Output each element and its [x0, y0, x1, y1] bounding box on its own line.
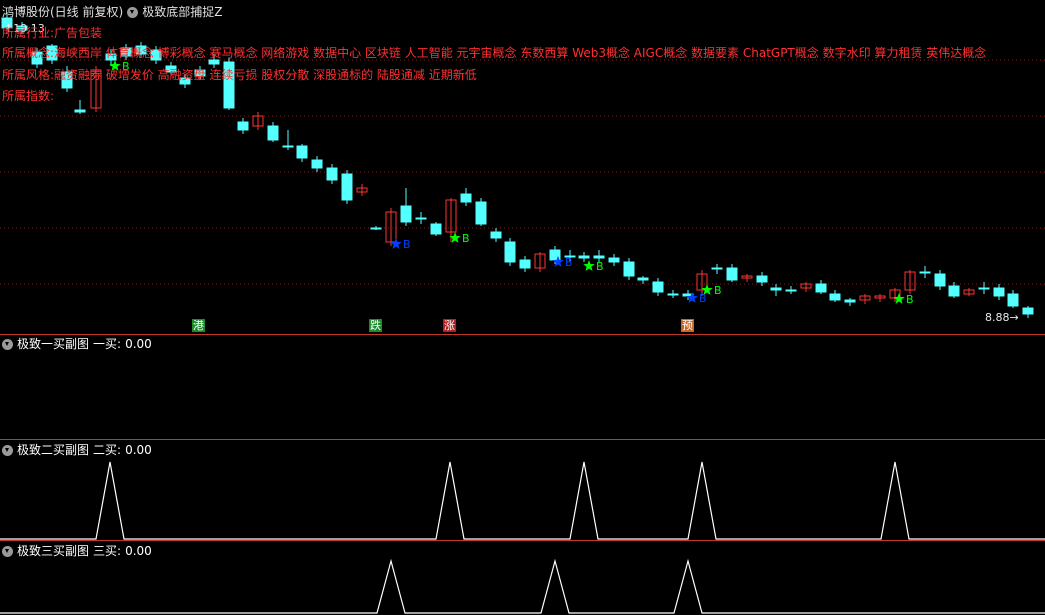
- candle-body: [311, 159, 323, 169]
- signal-line: [0, 558, 1045, 614]
- sub-panel-1-header: 极致一买副图 一买: 0.00: [2, 336, 152, 352]
- buy-marker-label: B: [462, 232, 470, 245]
- candle-body: [1022, 307, 1034, 315]
- sub-panel-1-label: 一买:: [93, 337, 122, 351]
- candle-body: [282, 145, 294, 148]
- candle-body: [815, 283, 827, 293]
- candle-body: [74, 109, 86, 113]
- candle-body: [637, 277, 649, 281]
- candle-body: [341, 173, 353, 201]
- candle-body: [667, 293, 679, 296]
- candle-body: [770, 287, 782, 291]
- sub-panel-1-title[interactable]: 极致一买副图: [17, 336, 89, 352]
- candle-body: [948, 285, 960, 297]
- candle-body: [711, 267, 723, 270]
- main-chart-pane[interactable]: BBBBBBBB 鸿博股份(日线 前复权) 极致底部捕捉Z ↑19.13 所属行…: [0, 0, 1045, 334]
- low-price-label: 8.88→: [985, 311, 1019, 324]
- candle-body: [519, 259, 531, 269]
- candle-body: [934, 273, 946, 287]
- buy-marker-label: B: [714, 284, 722, 297]
- sub-panel-3[interactable]: 极致三买副图 三买: 0.00: [0, 541, 1045, 615]
- indicator-name[interactable]: 极致底部捕捉Z: [142, 4, 222, 20]
- sub-panel-3-header: 极致三买副图 三买: 0.00: [2, 543, 152, 559]
- buy-marker-label: B: [906, 293, 914, 306]
- panel-menu-icon[interactable]: [2, 338, 13, 350]
- candle-body: [415, 217, 427, 220]
- candle-body: [978, 287, 990, 290]
- candle-body: [919, 271, 931, 274]
- candle-body: [1007, 293, 1019, 307]
- candle-body: [460, 193, 472, 203]
- main-chart-header: 鸿博股份(日线 前复权) 极致底部捕捉Z: [2, 4, 222, 20]
- candle-body: [237, 121, 249, 131]
- candle-body: [726, 267, 738, 281]
- buy-marker-label: B: [403, 238, 411, 251]
- sub-panel-3-signal-line: [0, 558, 1045, 614]
- panel-menu-icon[interactable]: [2, 545, 13, 557]
- candle-body: [785, 289, 797, 292]
- concept-line: 所属概念:海峡西岸 体育概念 博彩概念 赛马概念 网络游戏 数据中心 区块链 人…: [2, 46, 987, 60]
- badge-hk-connect[interactable]: 港: [192, 319, 205, 332]
- candle-body: [593, 255, 605, 259]
- sub-panel-2-header: 极致二买副图 二买: 0.00: [2, 442, 152, 458]
- sub-panel-3-value: 0.00: [125, 544, 152, 558]
- candle-body: [652, 281, 664, 293]
- candle-body: [475, 201, 487, 225]
- sub-panel-3-label: 三买:: [93, 544, 122, 558]
- candle-body: [296, 145, 308, 159]
- badge-limit-up[interactable]: 涨: [443, 319, 456, 332]
- industry-line: 所属行业:广告包装: [2, 26, 103, 40]
- index-line: 所属指数:: [2, 89, 55, 103]
- candle-body: [756, 275, 768, 283]
- candle-body: [993, 287, 1005, 297]
- candle-body: [608, 257, 620, 263]
- candle-body: [400, 205, 412, 223]
- sub-panel-2-label: 二买:: [93, 443, 122, 457]
- style-line: 所属风格:融资融券 破增发价 高融资盘 连续亏损 股权分散 深股通标的 陆股通减…: [2, 68, 477, 82]
- badge-forecast[interactable]: 预: [681, 319, 694, 332]
- buy-star-icon: [390, 238, 402, 249]
- stock-name: 鸿博股份(日线 前复权): [2, 5, 124, 19]
- candle-body: [844, 299, 856, 303]
- buy-marker-label: B: [565, 256, 573, 269]
- sub-panel-2[interactable]: 极致二买副图 二买: 0.00: [0, 440, 1045, 540]
- candle-body: [430, 223, 442, 235]
- candle-body: [829, 293, 841, 301]
- candle-body: [267, 125, 279, 141]
- sub-panel-1[interactable]: 极致一买副图 一买: 0.00: [0, 335, 1045, 439]
- candle-body: [490, 231, 502, 239]
- panel-menu-icon[interactable]: [2, 444, 13, 456]
- sub-panel-3-title[interactable]: 极致三买副图: [17, 543, 89, 559]
- buy-marker-label: B: [596, 260, 604, 273]
- sub-panel-1-value: 0.00: [125, 337, 152, 351]
- candle-body: [370, 227, 382, 230]
- sub-panel-2-value: 0.00: [125, 443, 152, 457]
- candle-body: [504, 241, 516, 263]
- signal-line: [0, 461, 1045, 540]
- candle-body: [623, 261, 635, 277]
- candle-body: [578, 255, 590, 259]
- buy-star-icon: [583, 260, 595, 271]
- sub-panel-2-title[interactable]: 极致二买副图: [17, 442, 89, 458]
- candle-body: [326, 167, 338, 181]
- indicator-menu-icon[interactable]: [127, 6, 139, 18]
- sub-panel-2-signal-line: [0, 461, 1045, 540]
- buy-marker-label: B: [699, 292, 707, 305]
- badge-limit-down[interactable]: 跌: [369, 319, 382, 332]
